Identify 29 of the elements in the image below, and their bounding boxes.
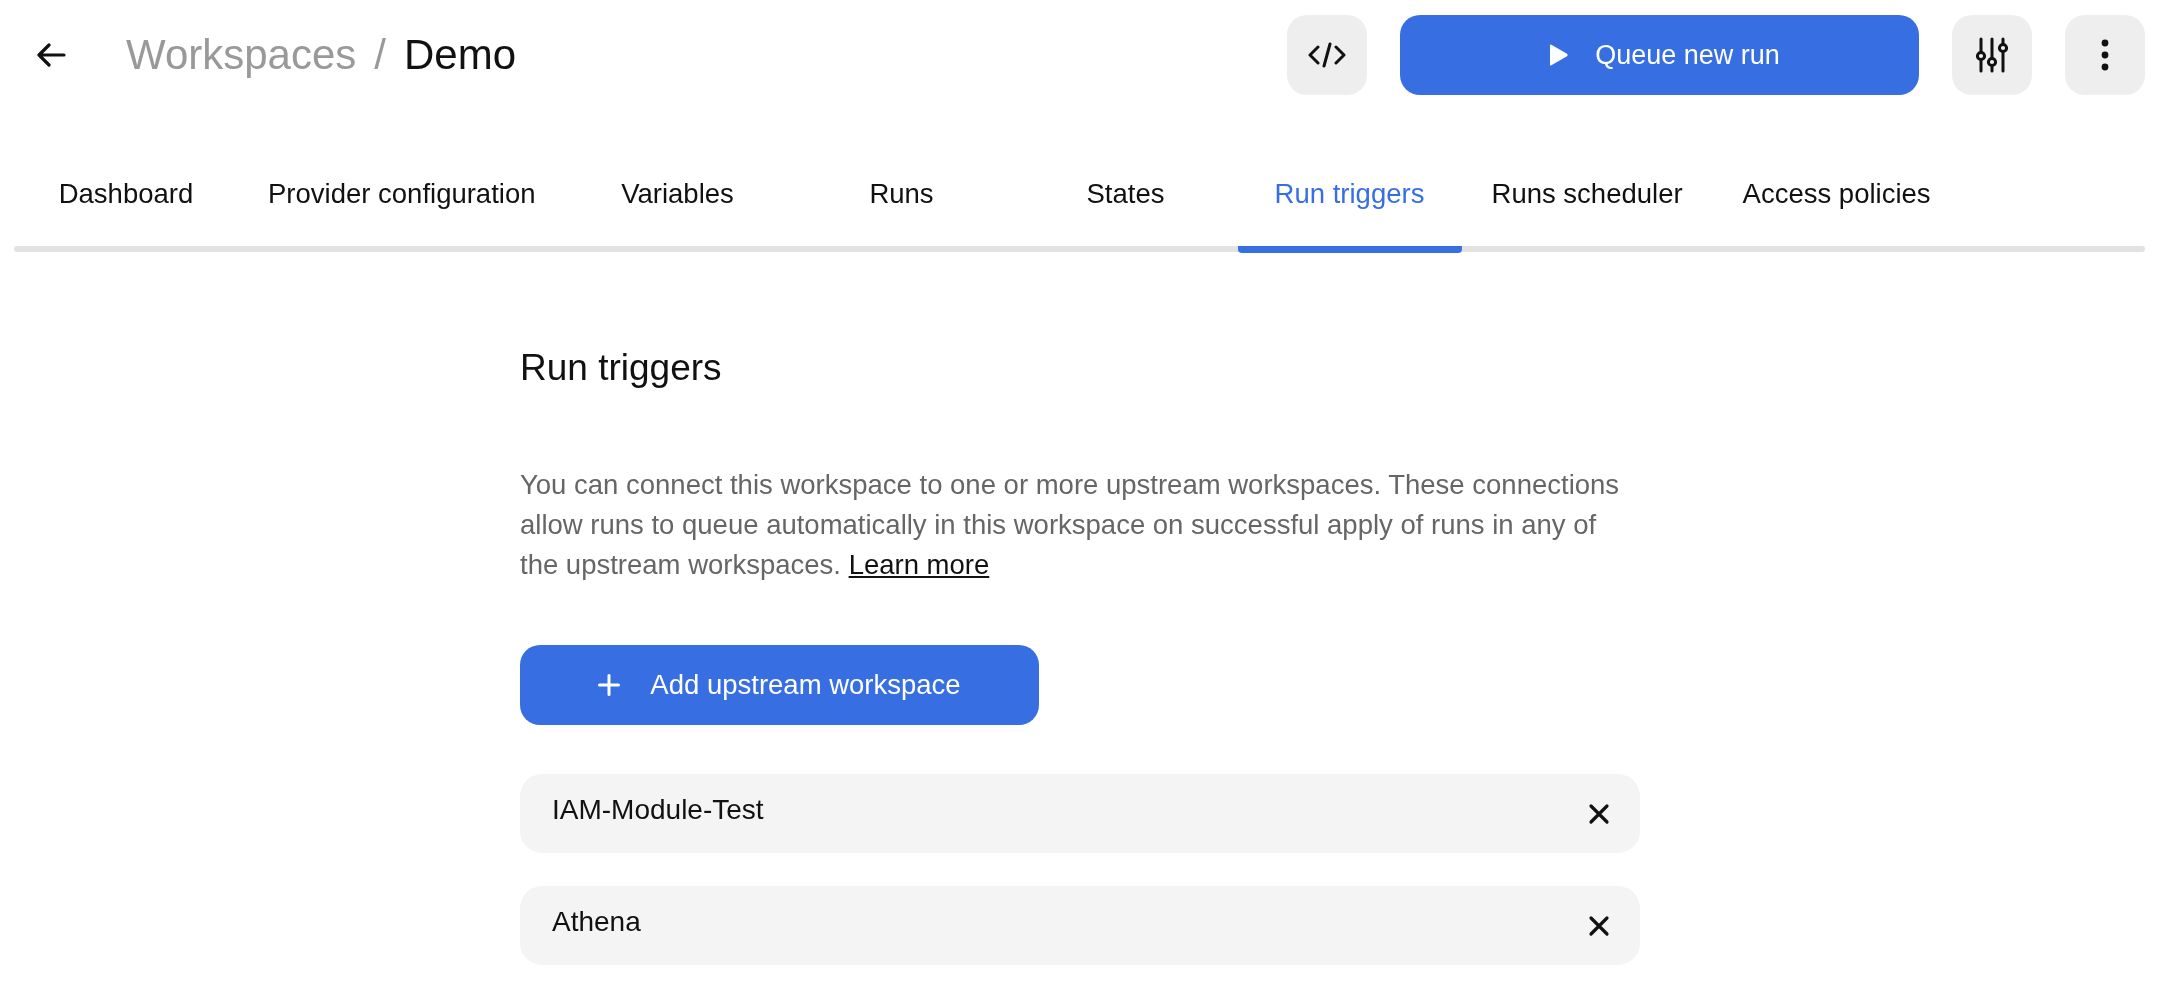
back-arrow-icon [36,43,66,67]
workspace-name: IAM-Module-Test [552,793,764,826]
description-text: You can connect this workspace to one or more upstream workspaces. These connections allow runs to queue automatically in this workspace on successful apply of runs in any of the upstream workspaces. Learn more [520,468,1621,582]
code-button[interactable] [1287,15,1367,95]
close-icon [1588,914,1610,937]
tab[interactable]: States [1013,153,1238,253]
code-icon [1308,42,1346,68]
filters-button[interactable] [1952,15,2032,95]
learn-more-link[interactable]: Learn more [848,549,990,580]
play-icon [1547,43,1570,67]
section-title: Run triggers [520,346,723,390]
tab[interactable]: Variables [565,153,790,253]
breadcrumb-current: Demo [404,31,517,79]
tab[interactable]: Dashboard [14,153,238,253]
workspace-name: Athena [552,905,641,938]
close-icon [1588,802,1610,825]
tab[interactable]: Access policies [1712,153,1961,253]
plus-icon [598,674,621,696]
breadcrumb-separator: / [374,31,386,79]
tab[interactable]: Provider configuration [238,153,566,253]
tab[interactable]: Runs [789,153,1014,253]
tab[interactable]: Runs scheduler [1461,153,1713,253]
more-icon [2101,39,2109,71]
sliders-icon [1975,37,2009,73]
remove-button[interactable] [1588,802,1610,825]
tab[interactable]: Run triggers [1237,153,1462,253]
add-upstream-button[interactable]: Add upstream workspace [520,645,1039,725]
queue-run-button[interactable]: Queue new run [1400,15,1919,95]
remove-button[interactable] [1588,914,1610,937]
